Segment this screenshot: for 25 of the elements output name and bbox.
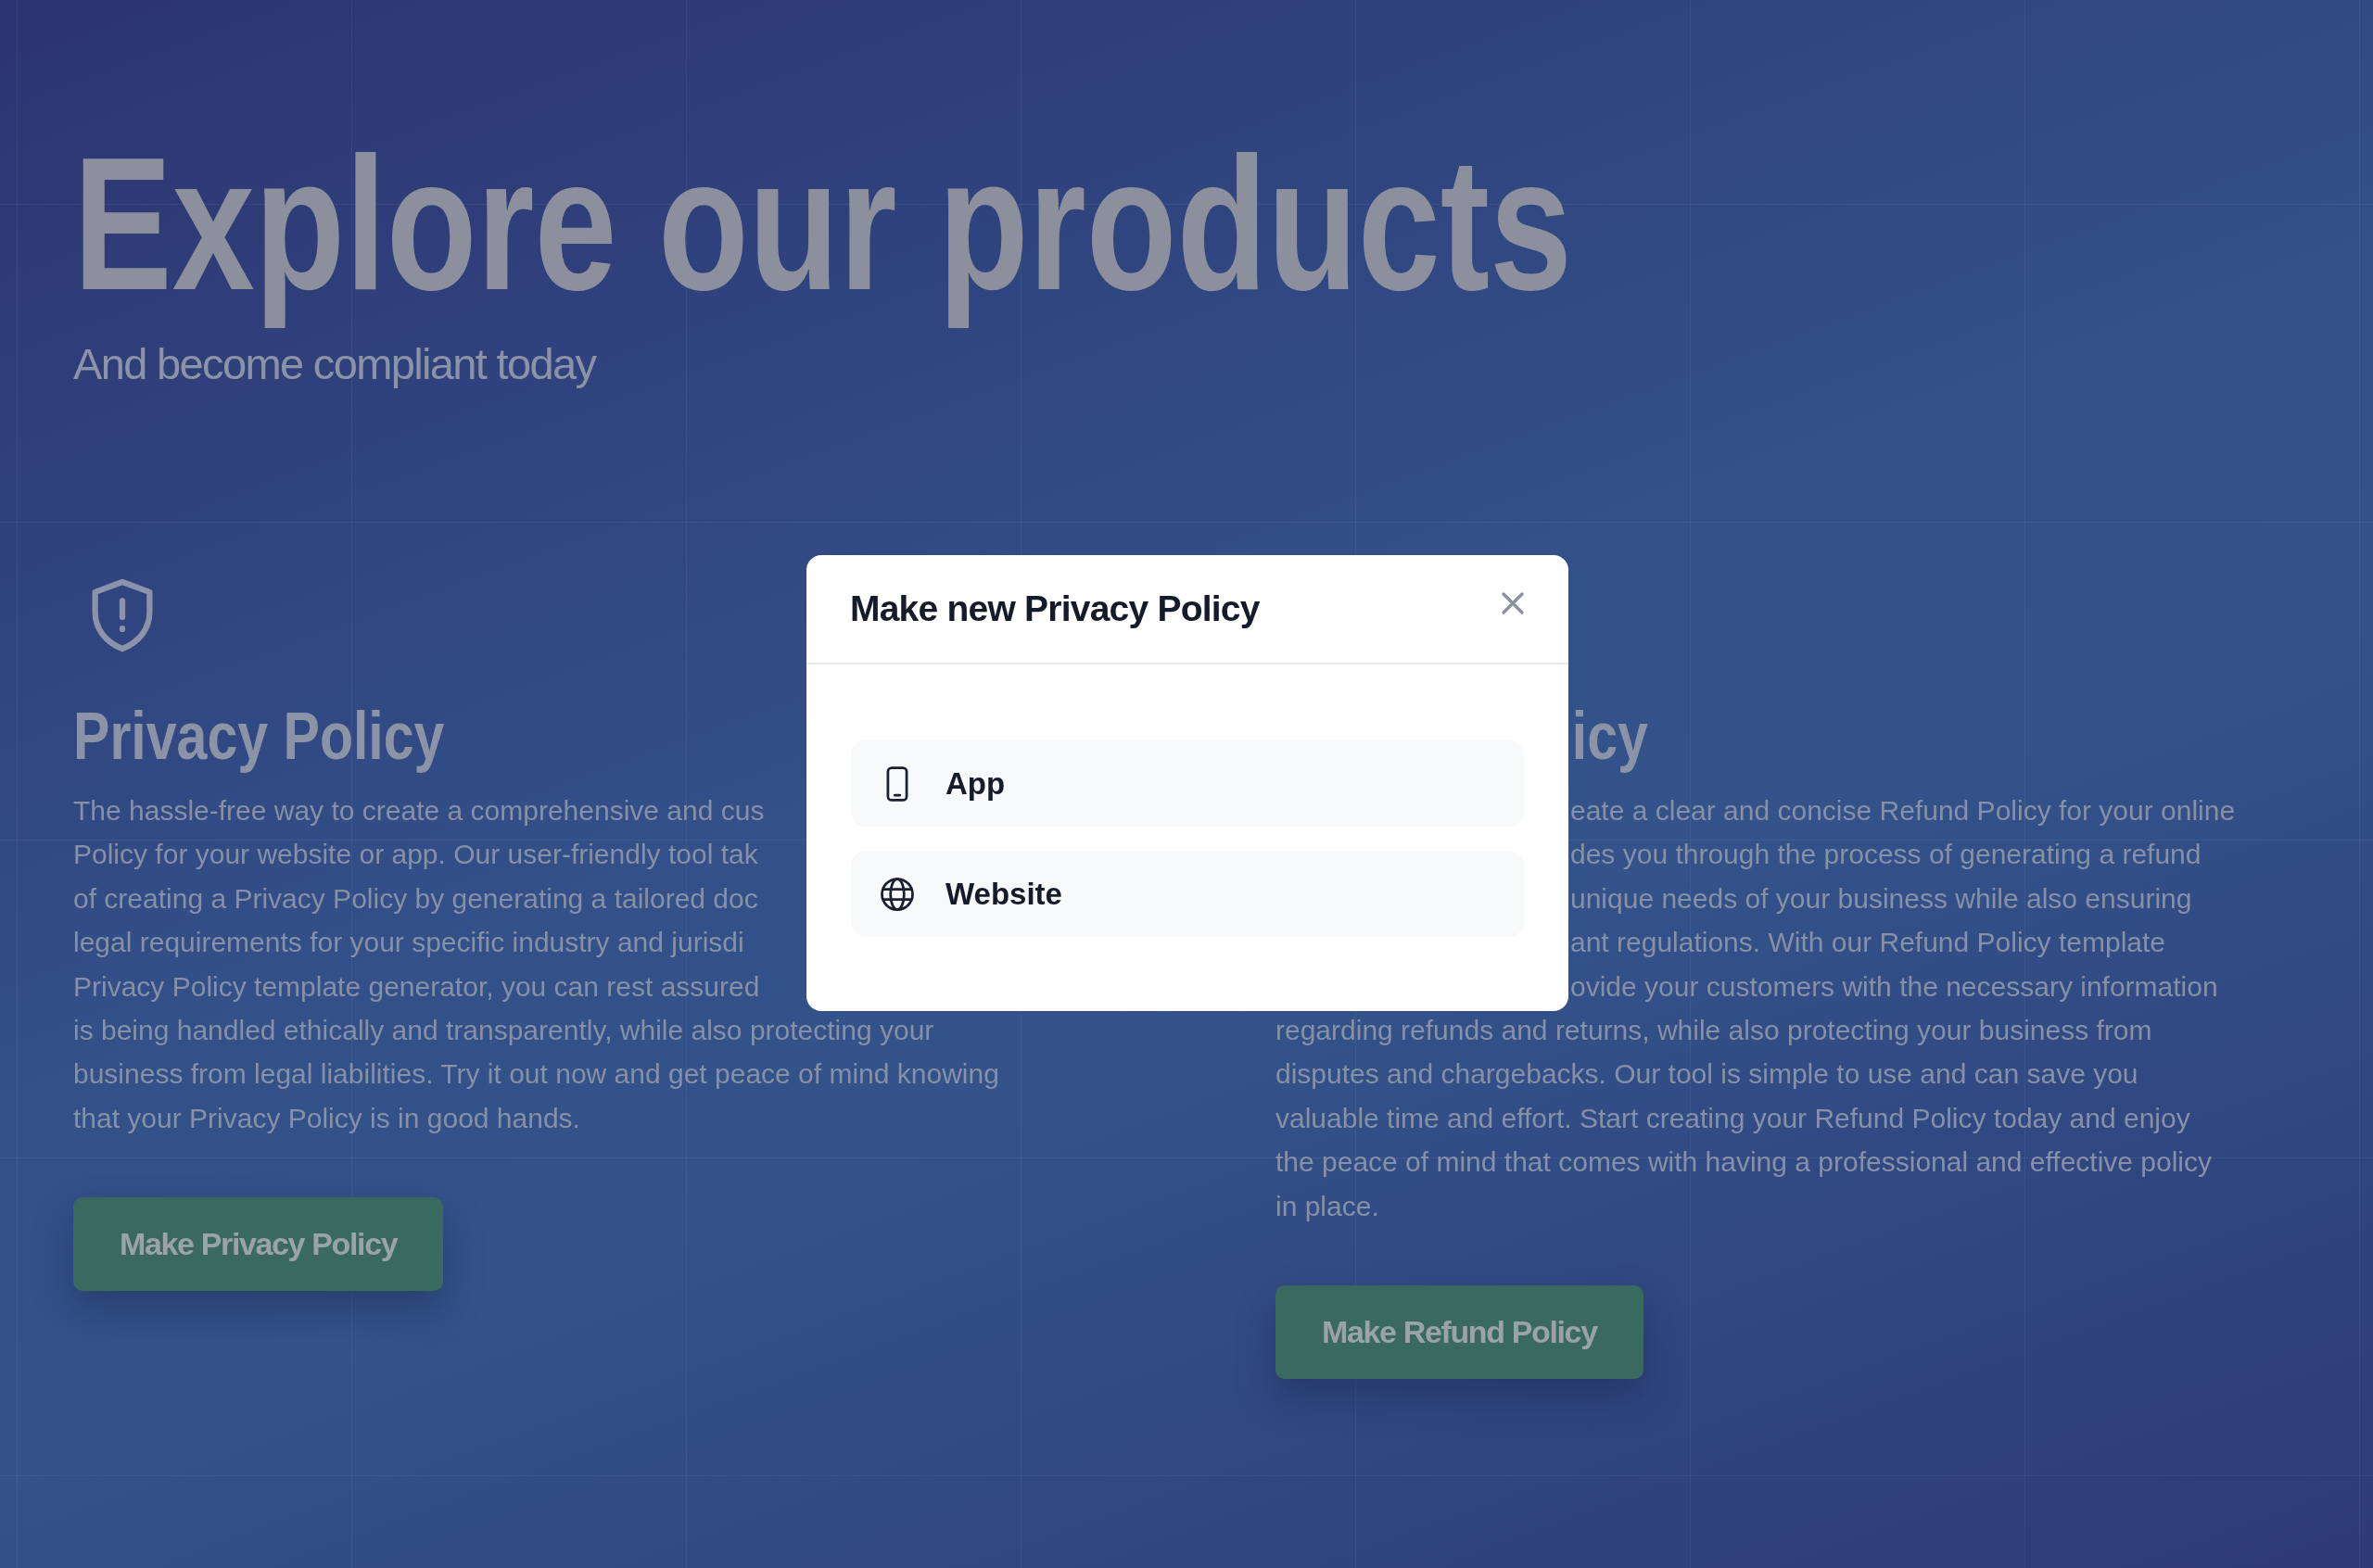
page-subtitle: And become compliant today [73,338,596,390]
description-line: is being handled ethically and transparently, while also protecting your [73,1014,934,1048]
description-line: disputes and chargebacks. Our tool is simple to use and can save you [1275,1057,2138,1092]
description-line: valuable time and effort. Start creating your Refund Policy today and enjoy [1275,1101,2190,1135]
description-line: ovide your customers with the necessary information [1569,969,2218,1004]
description-line: unique needs of your business while also ensuring [1569,881,2192,916]
product-heading: Privacy Policy [73,698,446,775]
description-line: Privacy Policy template generator, you can rest assured [73,969,760,1004]
page-title: Explore our products [73,116,1573,331]
description-line: eate a clear and concise Refund Policy for your online [1569,794,2236,828]
description-line: Policy for your website or app. Our user-friendly tool tak [73,838,758,872]
product-heading: icy [1570,698,1649,775]
modal-title: Make new Privacy Policy [850,588,1260,629]
description-line: ant regulations. With our Refund Policy template [1569,926,2165,960]
description-line: regarding refunds and returns, while also protecting your business from [1275,1014,2152,1048]
option-button[interactable]: Website [851,851,1524,937]
description-line: in place. [1275,1189,1379,1223]
description-line: des you through the process of generating a refund [1569,838,2202,872]
description-line: business from legal liabilities. Try it out now and get peace of mind knowing [73,1057,999,1092]
description-line: legal requirements for your specific industry and jurisdi [73,926,744,960]
description-line: of creating a Privacy Policy by generating a tailored doc [73,881,758,916]
description-line: that your Privacy Policy is in good hands. [73,1101,580,1135]
description-line: The hassle-free way to create a comprehensive and cus [73,794,765,828]
description-line: the peace of mind that comes with having a professional and effective policy [1275,1145,2213,1180]
option-button[interactable]: App [851,740,1524,827]
